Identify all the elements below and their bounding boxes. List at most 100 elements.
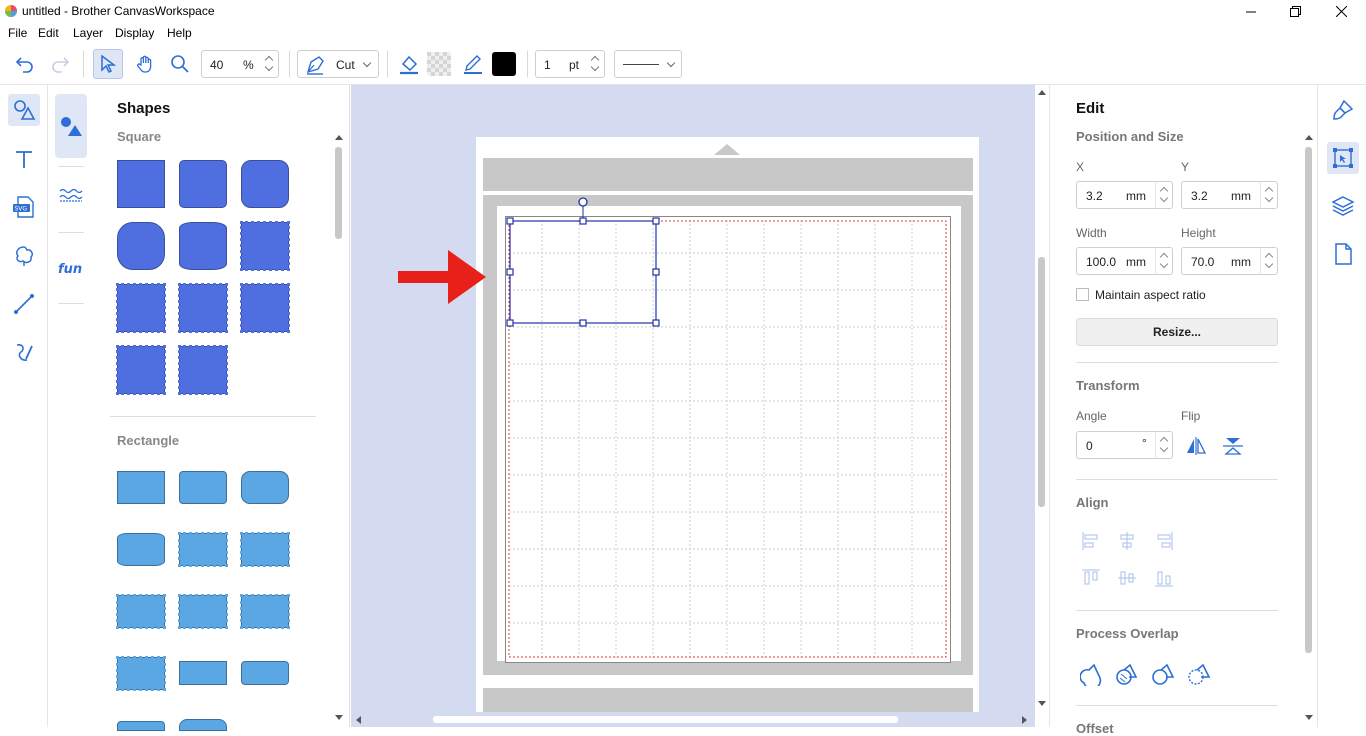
shape-rectangle-partial[interactable] <box>179 719 227 731</box>
category-basic-shapes[interactable] <box>55 94 87 158</box>
menu-display[interactable]: Display <box>115 26 154 40</box>
resize-button[interactable]: Resize... <box>1076 318 1278 346</box>
y-spin-arrows[interactable] <box>1260 182 1277 208</box>
scroll-down-arrow[interactable] <box>1037 700 1047 708</box>
shape-rectangle-wavy[interactable] <box>116 594 166 629</box>
shape-square-wavy[interactable] <box>178 283 228 333</box>
shape-square-zigzag[interactable] <box>240 221 290 271</box>
width-field[interactable]: 100.0 mm <box>1076 247 1173 275</box>
align-right-icon[interactable] <box>1154 531 1174 551</box>
menu-layer[interactable]: Layer <box>73 26 103 40</box>
page-settings-button[interactable] <box>1327 238 1359 270</box>
close-button[interactable] <box>1318 0 1364 23</box>
align-left-icon[interactable] <box>1081 531 1101 551</box>
shape-square-postage[interactable] <box>178 345 228 395</box>
shape-rectangle-thin[interactable] <box>179 661 227 685</box>
rotate-handle[interactable] <box>578 197 588 207</box>
line-style-dropdown[interactable] <box>614 50 682 78</box>
shape-rectangle-zigzag[interactable] <box>178 532 228 567</box>
y-value[interactable]: 3.2 <box>1191 189 1208 203</box>
scroll-up-arrow[interactable] <box>1304 133 1314 141</box>
freehand-tool-button[interactable] <box>8 336 40 368</box>
shape-rectangle-rounded-small[interactable] <box>179 471 227 504</box>
fill-color-button[interactable] <box>394 49 424 79</box>
edit-panel-button[interactable] <box>1327 142 1359 174</box>
shape-square-rounded[interactable] <box>241 160 289 208</box>
trace-tool-button[interactable] <box>8 240 40 272</box>
x-value[interactable]: 3.2 <box>1086 189 1103 203</box>
shape-rectangle-bulge[interactable] <box>117 533 165 566</box>
redo-button[interactable] <box>45 49 75 79</box>
shape-rectangle-rounded[interactable] <box>241 471 289 504</box>
shape-rectangle[interactable] <box>117 471 165 504</box>
align-bottom-icon[interactable] <box>1154 568 1174 588</box>
align-middle-icon[interactable] <box>1117 568 1137 588</box>
stroke-width-stepper[interactable]: 1 pt <box>535 50 605 78</box>
scroll-down-arrow[interactable] <box>334 714 344 722</box>
canvas-hscroll-thumb[interactable] <box>433 716 898 723</box>
align-center-icon[interactable] <box>1117 531 1137 551</box>
stroke-width-value[interactable]: 1 <box>544 58 551 72</box>
height-spin-arrows[interactable] <box>1260 248 1277 274</box>
scroll-right-arrow[interactable] <box>1021 715 1029 725</box>
shapes-tool-button[interactable] <box>8 94 40 126</box>
selected-rectangle[interactable] <box>505 197 665 332</box>
exclude-icon[interactable] <box>1187 662 1211 686</box>
canvas-horizontal-scrollbar[interactable] <box>351 712 1035 727</box>
category-text-shapes[interactable]: fun <box>55 236 87 300</box>
panel-scrollbar-thumb[interactable] <box>335 147 342 239</box>
maintain-aspect-checkbox[interactable] <box>1076 288 1089 301</box>
flip-vertical-icon[interactable] <box>1222 436 1244 456</box>
angle-value[interactable]: 0 <box>1086 439 1093 453</box>
stroke-spin-arrows[interactable] <box>588 51 604 77</box>
weld-icon[interactable] <box>1080 662 1104 686</box>
zoom-spin-arrows[interactable] <box>262 51 278 77</box>
shape-rectangle-stamp[interactable] <box>178 594 228 629</box>
line-color-button[interactable] <box>458 49 488 79</box>
scroll-up-arrow[interactable] <box>1037 88 1047 96</box>
scroll-up-arrow[interactable] <box>334 133 344 141</box>
angle-spin-arrows[interactable] <box>1155 432 1172 458</box>
shape-rectangle-cloud-edge[interactable] <box>116 656 166 691</box>
edit-scrollbar-thumb[interactable] <box>1305 147 1312 653</box>
shape-rectangle-partial[interactable] <box>117 721 165 731</box>
line-type-dropdown[interactable]: Cut <box>297 50 379 78</box>
shape-square-bulge[interactable] <box>179 222 227 270</box>
minimize-button[interactable] <box>1228 0 1274 23</box>
flip-horizontal-icon[interactable] <box>1185 436 1207 456</box>
shape-square-stamp[interactable] <box>240 283 290 333</box>
restore-button[interactable] <box>1272 0 1318 23</box>
attributes-panel-button[interactable] <box>1327 94 1359 126</box>
height-field[interactable]: 70.0 mm <box>1181 247 1278 275</box>
subtract-icon[interactable] <box>1115 662 1139 686</box>
canvas-area[interactable] <box>351 85 1035 712</box>
select-tool-button[interactable] <box>93 49 123 79</box>
shape-rectangle-postage[interactable] <box>240 594 290 629</box>
y-position-field[interactable]: 3.2 mm <box>1181 181 1278 209</box>
category-borders[interactable] <box>55 163 87 227</box>
shape-square[interactable] <box>117 160 165 208</box>
zoom-stepper[interactable]: 40 % <box>201 50 279 78</box>
shape-square-scallop[interactable] <box>116 283 166 333</box>
scroll-left-arrow[interactable] <box>354 715 362 725</box>
x-position-field[interactable]: 3.2 mm <box>1076 181 1173 209</box>
shape-square-rounded-small[interactable] <box>179 160 227 208</box>
undo-button[interactable] <box>10 49 40 79</box>
text-tool-button[interactable] <box>8 143 40 175</box>
shape-rectangle-thin-rounded[interactable] <box>241 661 289 685</box>
height-value[interactable]: 70.0 <box>1191 255 1214 269</box>
align-top-icon[interactable] <box>1081 568 1101 588</box>
zoom-tool-button[interactable] <box>165 49 195 79</box>
fill-transparent-swatch[interactable] <box>424 49 454 79</box>
shape-rectangle-scallop[interactable] <box>240 532 290 567</box>
pan-tool-button[interactable] <box>130 49 160 79</box>
x-spin-arrows[interactable] <box>1155 182 1172 208</box>
angle-field[interactable]: 0 ° <box>1076 431 1173 459</box>
zoom-value[interactable]: 40 <box>210 58 223 72</box>
menu-edit[interactable]: Edit <box>38 26 59 40</box>
line-tool-button[interactable] <box>8 288 40 320</box>
layers-panel-button[interactable] <box>1327 190 1359 222</box>
canvas-vscroll-thumb[interactable] <box>1038 257 1045 507</box>
canvas-vertical-scrollbar[interactable] <box>1035 85 1049 712</box>
line-color-swatch[interactable] <box>489 49 519 79</box>
